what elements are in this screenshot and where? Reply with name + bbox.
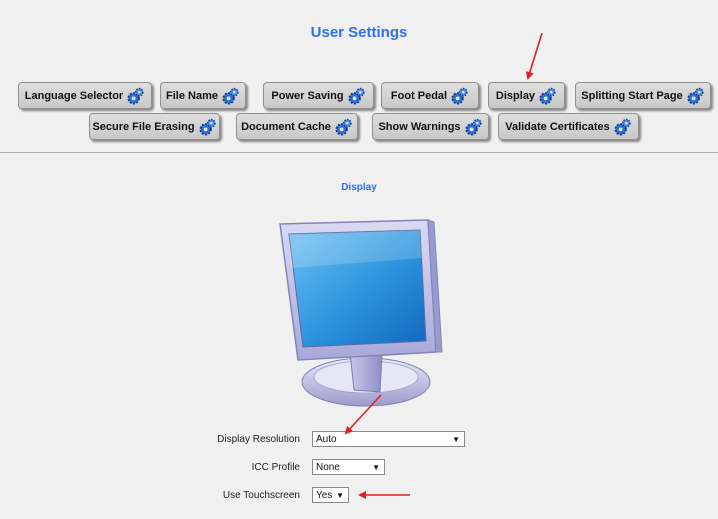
language-selector-button[interactable]: Language Selector <box>18 82 152 109</box>
dropdown-arrow-icon: ▼ <box>336 490 344 500</box>
document-cache-button[interactable]: Document Cache <box>236 113 358 140</box>
icc-profile-select[interactable]: None ▼ <box>312 459 385 475</box>
button-label: Language Selector <box>24 89 124 102</box>
gear-icon <box>126 86 145 105</box>
icc-profile-row: ICC Profile None ▼ <box>200 459 385 475</box>
button-label: Document Cache <box>241 120 331 133</box>
display-resolution-row: Display Resolution Auto ▼ <box>200 431 465 447</box>
button-label: Show Warnings <box>378 120 461 133</box>
gear-icon <box>464 117 483 136</box>
monitor-icon <box>279 219 443 407</box>
gear-icon <box>686 86 705 105</box>
dropdown-arrow-icon: ▼ <box>452 434 460 444</box>
use-touchscreen-row: Use Touchscreen Yes ▼ <box>200 487 349 503</box>
button-label: Foot Pedal <box>390 89 448 102</box>
use-touchscreen-label: Use Touchscreen <box>222 489 300 501</box>
gear-icon <box>334 117 353 136</box>
gear-icon <box>450 86 469 105</box>
header-divider <box>0 152 718 153</box>
display-resolution-label: Display Resolution <box>217 433 300 445</box>
settings-header: User Settings Language Selector File Nam… <box>0 0 718 152</box>
power-saving-button[interactable]: Power Saving <box>263 82 374 109</box>
button-label: Display <box>495 89 536 102</box>
display-resolution-value: Auto <box>316 433 337 445</box>
show-warnings-button[interactable]: Show Warnings <box>372 113 489 140</box>
display-button[interactable]: Display <box>488 82 565 109</box>
button-label: Secure File Erasing <box>92 120 195 133</box>
button-label: Splitting Start Page <box>581 89 683 102</box>
use-touchscreen-value: Yes <box>316 489 333 501</box>
validate-certificates-button[interactable]: Validate Certificates <box>498 113 639 140</box>
gear-icon <box>198 117 217 136</box>
dropdown-arrow-icon: ▼ <box>372 462 380 472</box>
page-title: User Settings <box>310 24 408 41</box>
button-label: Power Saving <box>271 89 344 102</box>
icc-profile-value: None <box>316 461 340 473</box>
gear-icon <box>347 86 366 105</box>
gear-icon <box>613 117 632 136</box>
secure-file-erasing-button[interactable]: Secure File Erasing <box>89 113 220 140</box>
button-label: Validate Certificates <box>505 120 610 133</box>
gear-icon <box>538 86 557 105</box>
display-resolution-select[interactable]: Auto ▼ <box>312 431 465 447</box>
file-name-button[interactable]: File Name <box>160 82 246 109</box>
icc-profile-label: ICC Profile <box>251 461 300 473</box>
section-title: Display <box>341 182 377 193</box>
gear-icon <box>221 86 240 105</box>
use-touchscreen-select[interactable]: Yes ▼ <box>312 487 349 503</box>
foot-pedal-button[interactable]: Foot Pedal <box>381 82 479 109</box>
button-label: File Name <box>166 89 218 102</box>
splitting-start-page-button[interactable]: Splitting Start Page <box>575 82 711 109</box>
